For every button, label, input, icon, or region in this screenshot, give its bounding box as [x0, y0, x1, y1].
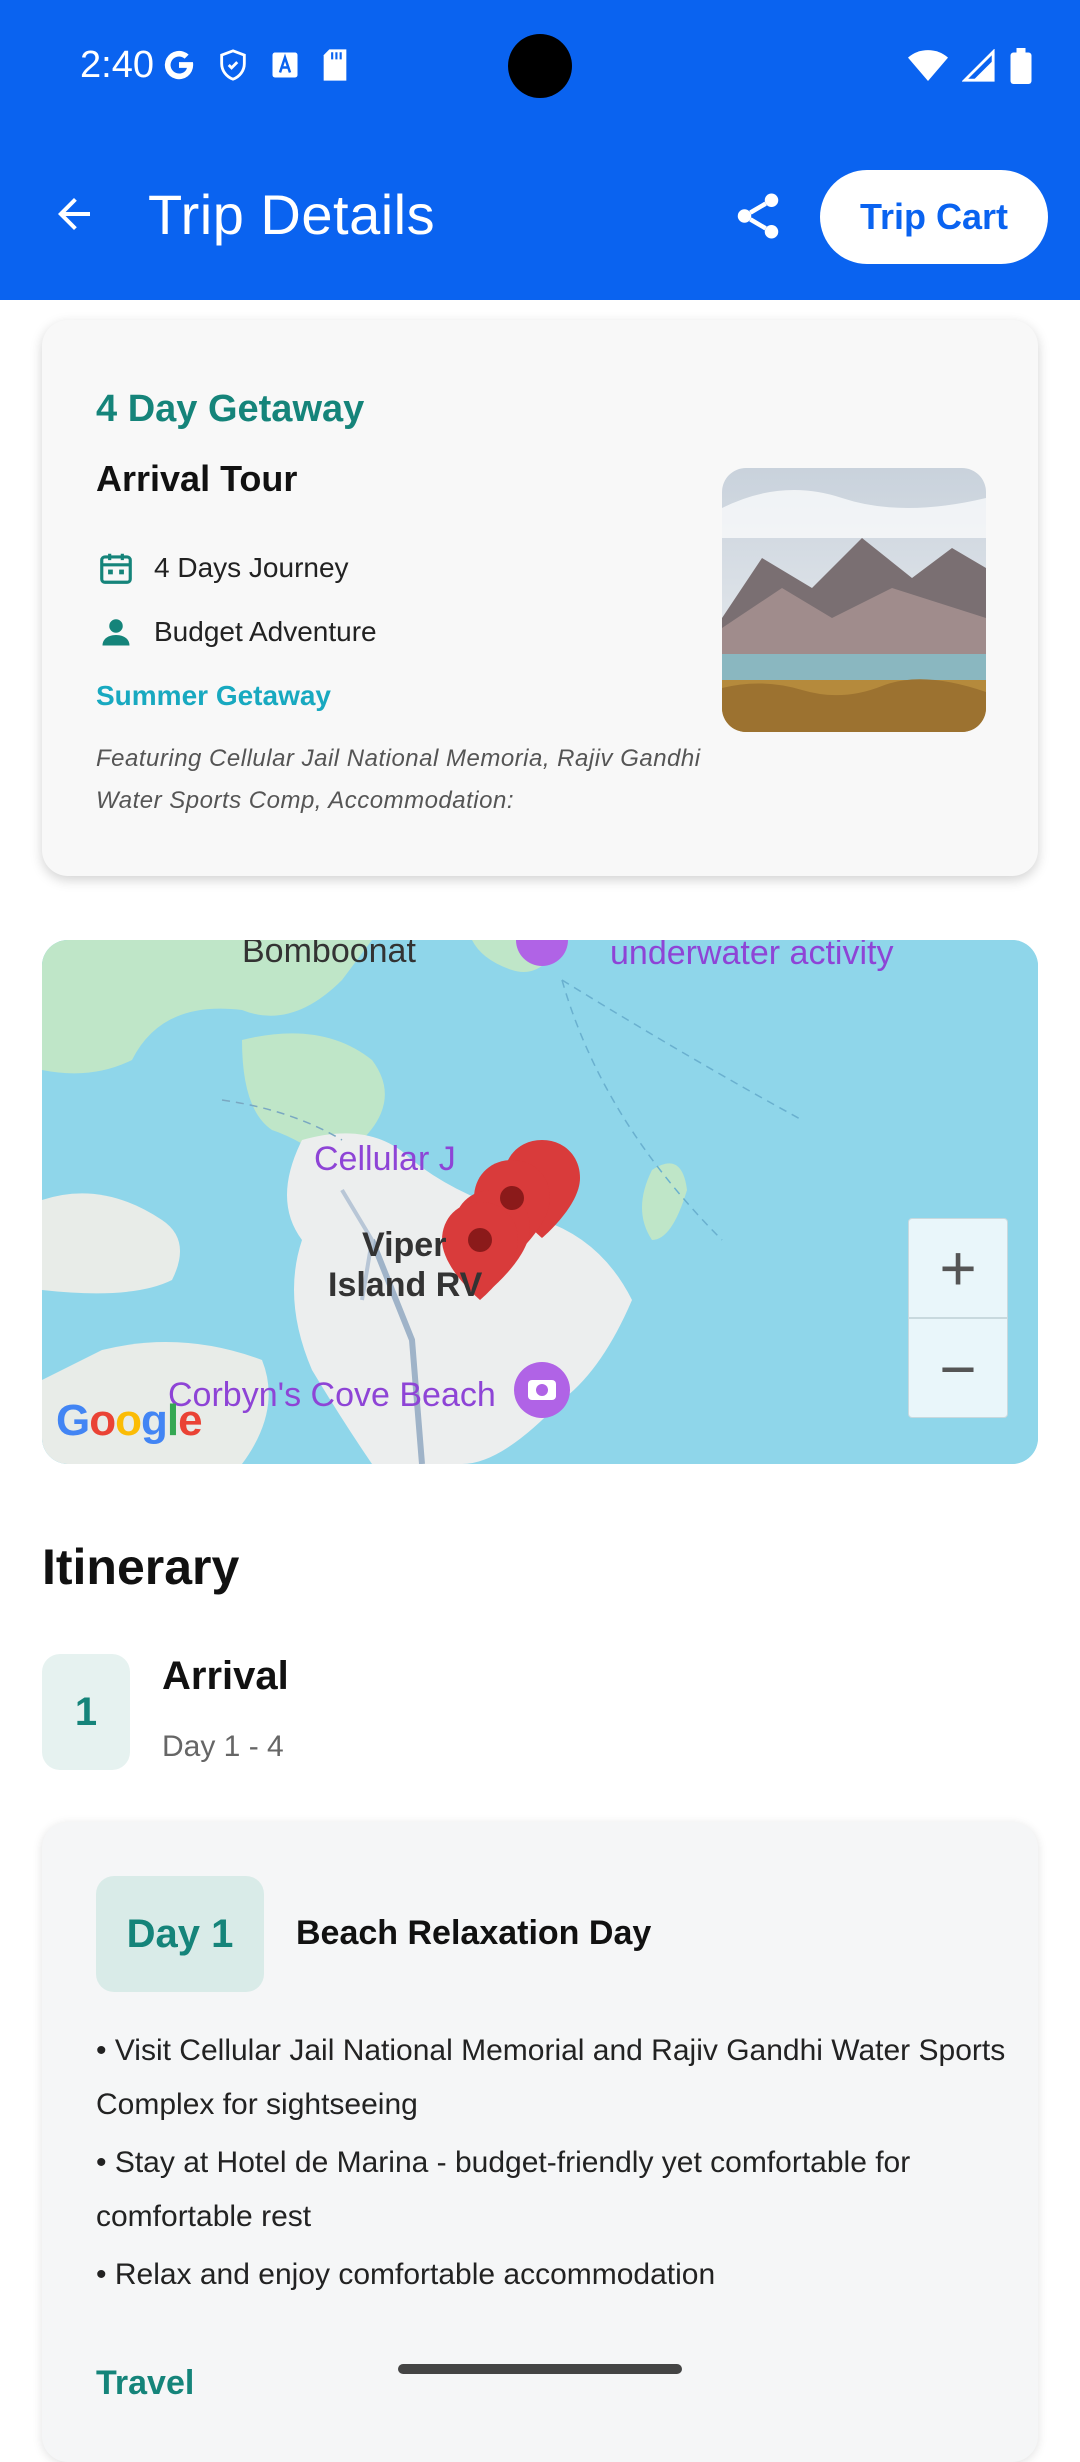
zoom-in-button[interactable]: +	[909, 1219, 1007, 1319]
battery-icon	[1010, 48, 1032, 84]
google-icon	[164, 50, 194, 80]
wifi-icon	[908, 50, 948, 81]
google-logo: Google	[56, 1396, 203, 1445]
day-chip: Day 1	[96, 1876, 264, 1992]
status-bar: 2:40	[0, 0, 1080, 132]
trip-name: Arrival Tour	[96, 458, 298, 499]
day-activities-list: • Visit Cellular Jail National Memorial …	[96, 2024, 1016, 2306]
map-label-cellular-jail[interactable]: Cellular J	[314, 1140, 456, 1179]
gesture-home-bar[interactable]	[398, 2364, 682, 2374]
page-title: Trip Details	[148, 183, 436, 246]
itinerary-number-badge: 1	[42, 1654, 130, 1770]
itinerary-heading: Itinerary	[42, 1539, 240, 1595]
activity-item: • Relax and enjoy comfortable accommodat…	[96, 2258, 716, 2291]
zoom-out-button[interactable]: −	[909, 1319, 1007, 1419]
back-button[interactable]	[44, 184, 104, 244]
share-icon	[737, 193, 779, 239]
status-left-icons	[162, 48, 350, 82]
trip-type-row: Budget Adventure	[96, 612, 377, 652]
person-icon	[96, 612, 136, 652]
sd-card-icon	[323, 49, 347, 81]
trip-description: Featuring Cellular Jail National Memoria…	[96, 745, 701, 814]
itinerary-title: Arrival	[162, 1654, 289, 1698]
map-label-corbyns-cove-beach[interactable]: Corbyn's Cove Beach	[168, 1376, 496, 1415]
map-zoom-controls: + −	[908, 1218, 1008, 1418]
trip-map[interactable]: Bomboonat underwater activity Cellular J…	[42, 940, 1038, 1464]
map-label-island-rv: Island RV	[328, 1266, 483, 1304]
trip-cart-button[interactable]: Trip Cart	[820, 170, 1048, 264]
itinerary-range: Day 1 - 4	[162, 1730, 284, 1763]
calendar-icon	[96, 548, 136, 588]
trip-summary-card[interactable]: 4 Day Getaway Arrival Tour 4 Days Journe…	[42, 320, 1038, 876]
activity-item: • Visit Cellular Jail National Memorial …	[96, 2034, 1006, 2121]
shield-icon	[220, 49, 246, 81]
activity-item: • Stay at Hotel de Marina - budget-frien…	[96, 2146, 911, 2233]
app-bar: Trip Details Trip Cart	[0, 132, 1080, 300]
status-right-icons	[908, 48, 1032, 84]
trip-type: Budget Adventure	[154, 616, 377, 647]
trip-kicker: 4 Day Getaway	[96, 388, 365, 430]
day-name: Beach Relaxation Day	[296, 1914, 652, 1952]
map-label-underwater-activity[interactable]: underwater activity	[610, 940, 893, 973]
trip-duration-row: 4 Days Journey	[96, 548, 349, 588]
arrow-back-icon	[58, 198, 90, 230]
status-time: 2:40	[80, 44, 154, 86]
trip-season: Summer Getaway	[96, 680, 331, 711]
trip-duration: 4 Days Journey	[154, 552, 349, 583]
signal-icon	[962, 49, 995, 82]
trip-thumbnail-image	[722, 468, 986, 732]
text-a-icon	[272, 52, 298, 78]
travel-heading: Travel	[96, 2364, 195, 2402]
share-button[interactable]	[726, 184, 790, 248]
map-label-bomboonat: Bomboonat	[242, 940, 416, 970]
map-label-viper: Viper	[362, 1226, 447, 1264]
front-camera	[508, 34, 572, 98]
